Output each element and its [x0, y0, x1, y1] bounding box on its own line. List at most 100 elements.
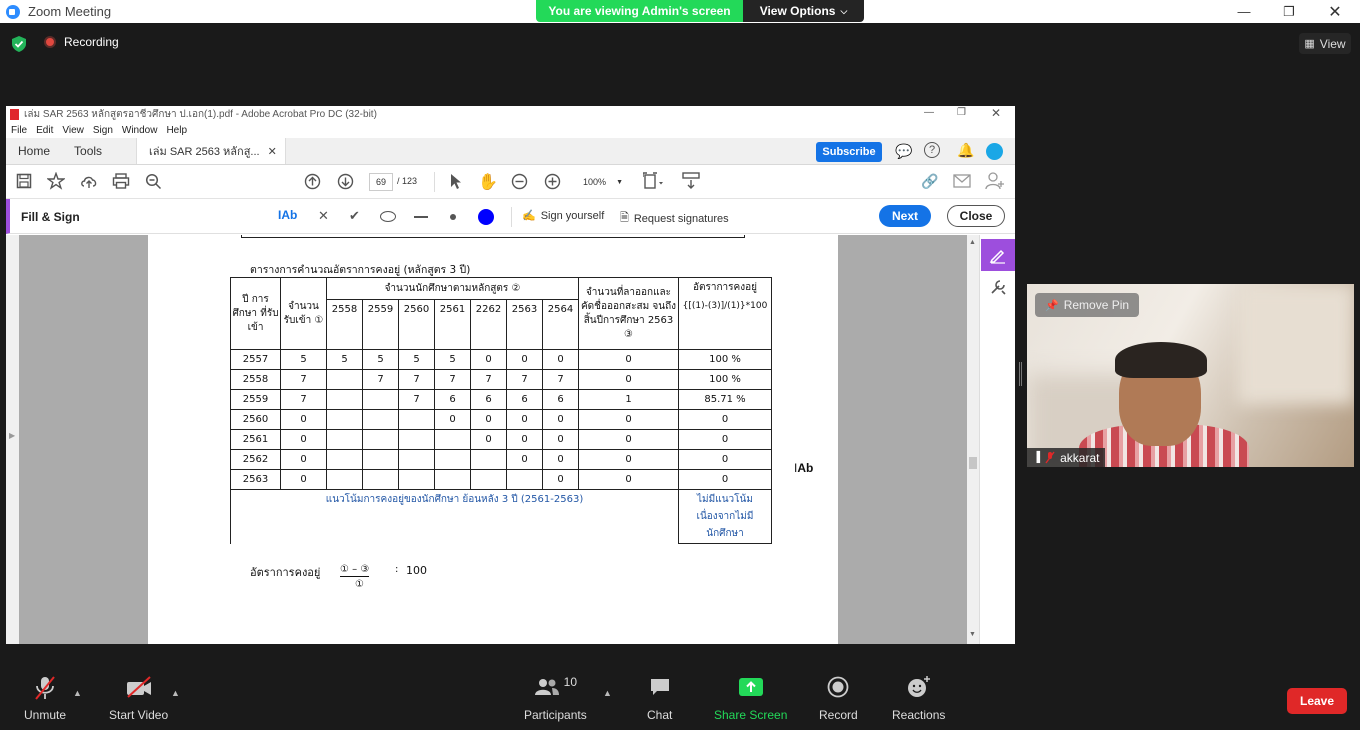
tab-tools[interactable]: Tools: [62, 138, 114, 164]
next-button[interactable]: Next: [879, 205, 931, 227]
participants-options-caret-icon[interactable]: ▲: [603, 688, 612, 698]
remove-pin-label: Remove Pin: [1063, 298, 1130, 312]
minimize-icon[interactable]: —: [1221, 0, 1267, 23]
participants-icon: [534, 679, 559, 695]
reactions-button[interactable]: Reactions: [892, 670, 945, 722]
prev-page-icon[interactable]: [304, 173, 321, 190]
scroll-up-icon[interactable]: ▲: [969, 239, 976, 246]
leave-button[interactable]: Leave: [1287, 688, 1347, 714]
close-icon[interactable]: ✕: [1312, 0, 1358, 23]
help-icon[interactable]: ?: [924, 142, 940, 158]
cell-admitted: 7: [280, 369, 327, 390]
sign-yourself-button[interactable]: ✍ Sign yourself: [522, 209, 604, 223]
link-icon[interactable]: 🔗: [921, 173, 938, 190]
request-signatures-label: Request signatures: [633, 212, 729, 225]
cell-retention: 100 %: [678, 349, 772, 370]
hand-tool-icon[interactable]: ✋: [478, 172, 498, 192]
security-shield-icon[interactable]: [11, 36, 27, 52]
remove-pin-button[interactable]: 📌 Remove Pin: [1035, 293, 1140, 317]
table-row: 2559 7 7 6 6 6 6 1 85.71 %: [230, 389, 772, 410]
zoom-in-icon[interactable]: [544, 173, 561, 190]
save-icon[interactable]: [16, 173, 32, 189]
formula-value: 100: [406, 564, 427, 577]
close-icon[interactable]: ✕: [991, 106, 1001, 120]
zoom-out-icon[interactable]: [511, 173, 528, 190]
chat-button[interactable]: Chat: [647, 670, 672, 722]
document-view[interactable]: ▶ ตารางการคำนวณอัตราการคงอยู่ (หลักสูตร …: [6, 235, 1015, 644]
participants-button[interactable]: 10 Participants: [524, 670, 587, 722]
line-icon[interactable]: [414, 216, 428, 218]
participant-video[interactable]: 📌 Remove Pin ▐ akkarat: [1027, 284, 1354, 467]
pdf-page[interactable]: ตารางการคำนวณอัตราการคงอยู่ (หลักสูตร 3 …: [148, 235, 838, 644]
menu-edit[interactable]: Edit: [36, 125, 53, 136]
panel-splitter[interactable]: [1019, 362, 1022, 386]
cell-count: [434, 429, 471, 450]
email-icon[interactable]: [953, 174, 971, 188]
select-cursor-icon[interactable]: [449, 173, 463, 190]
upload-cloud-icon[interactable]: [80, 173, 98, 189]
cell-count: 0: [470, 349, 507, 370]
menu-help[interactable]: Help: [166, 125, 187, 136]
recording-indicator[interactable]: Recording: [44, 35, 119, 49]
color-picker-icon[interactable]: [478, 209, 494, 225]
formula-numerator: ① – ③: [340, 564, 370, 577]
cell-count: [326, 369, 363, 390]
cell-count: 0: [470, 409, 507, 430]
request-signatures-button[interactable]: 🗎 Request signatures: [620, 209, 729, 228]
cell-dropped: 0: [578, 429, 679, 450]
star-icon[interactable]: [47, 172, 65, 190]
table-row: 2562 0 0 0 0 0: [230, 449, 772, 470]
share-screen-button[interactable]: Share Screen: [714, 670, 787, 722]
video-options-caret-icon[interactable]: ▲: [171, 688, 180, 698]
menu-sign[interactable]: Sign: [93, 125, 113, 136]
maximize-icon[interactable]: ❐: [957, 107, 966, 118]
unmute-button[interactable]: Unmute: [24, 670, 66, 722]
view-layout-button[interactable]: ▦ View: [1299, 33, 1351, 54]
fill-sign-tool-icon[interactable]: [981, 239, 1015, 271]
scroll-down-icon[interactable]: ▼: [969, 631, 976, 638]
checkmark-icon[interactable]: ✔: [349, 208, 360, 224]
subscribe-button[interactable]: Subscribe: [816, 142, 882, 162]
cross-mark-icon[interactable]: ✕: [318, 208, 329, 224]
page-fit-icon[interactable]: [643, 172, 665, 191]
menu-window[interactable]: Window: [122, 125, 158, 136]
page-number-input[interactable]: 69: [369, 173, 393, 191]
vertical-scrollbar[interactable]: ▲ ▼: [967, 235, 979, 644]
zoom-search-icon[interactable]: [145, 173, 162, 190]
close-tab-icon[interactable]: ✕: [268, 145, 277, 158]
menu-file[interactable]: File: [11, 125, 27, 136]
bell-icon[interactable]: 🔔: [957, 142, 974, 159]
table-row: 2560 0 0 0 0 0 0 0: [230, 409, 772, 430]
view-options-button[interactable]: View Options ⌵: [743, 0, 864, 22]
menu-view[interactable]: View: [62, 125, 84, 136]
print-icon[interactable]: [112, 173, 130, 189]
tab-home[interactable]: Home: [6, 138, 62, 164]
maximize-icon[interactable]: ❐: [1266, 0, 1312, 23]
ellipse-icon[interactable]: [380, 211, 396, 222]
close-button[interactable]: Close: [947, 205, 1005, 227]
video-off-icon: [126, 676, 151, 698]
tab-document[interactable]: เล่ม SAR 2563 หลักสู... ✕: [136, 138, 286, 164]
add-text-tool[interactable]: IAb: [278, 208, 297, 222]
cell-count: 6: [506, 389, 543, 410]
scroll-thumb[interactable]: [969, 457, 977, 469]
avatar[interactable]: [986, 143, 1003, 160]
share-screen-label: Share Screen: [714, 708, 788, 722]
acrobat-window: เล่ม SAR 2563 หลักสูตรอาชีวศึกษา ป.เอก(1…: [6, 106, 1015, 644]
add-user-icon[interactable]: [985, 172, 1005, 190]
record-button[interactable]: Record: [819, 670, 858, 722]
expand-panel-icon[interactable]: ▶: [9, 431, 15, 440]
next-page-icon[interactable]: [337, 173, 354, 190]
left-navigation-rail[interactable]: ▶: [6, 235, 19, 644]
table-row: 2563 0 0 0 0: [230, 469, 772, 490]
tools-wrench-icon[interactable]: [989, 278, 1007, 296]
comment-icon[interactable]: 💬: [895, 143, 912, 160]
dot-icon[interactable]: [450, 214, 456, 220]
zoom-level-select[interactable]: 100% ▼: [579, 173, 627, 191]
minimize-icon[interactable]: —: [924, 107, 934, 118]
cell-count: [326, 469, 363, 490]
scroll-mode-icon[interactable]: [682, 172, 700, 190]
start-video-button[interactable]: Start Video: [109, 670, 168, 722]
muted-mic-icon: [1045, 451, 1055, 464]
audio-options-caret-icon[interactable]: ▲: [73, 688, 82, 698]
